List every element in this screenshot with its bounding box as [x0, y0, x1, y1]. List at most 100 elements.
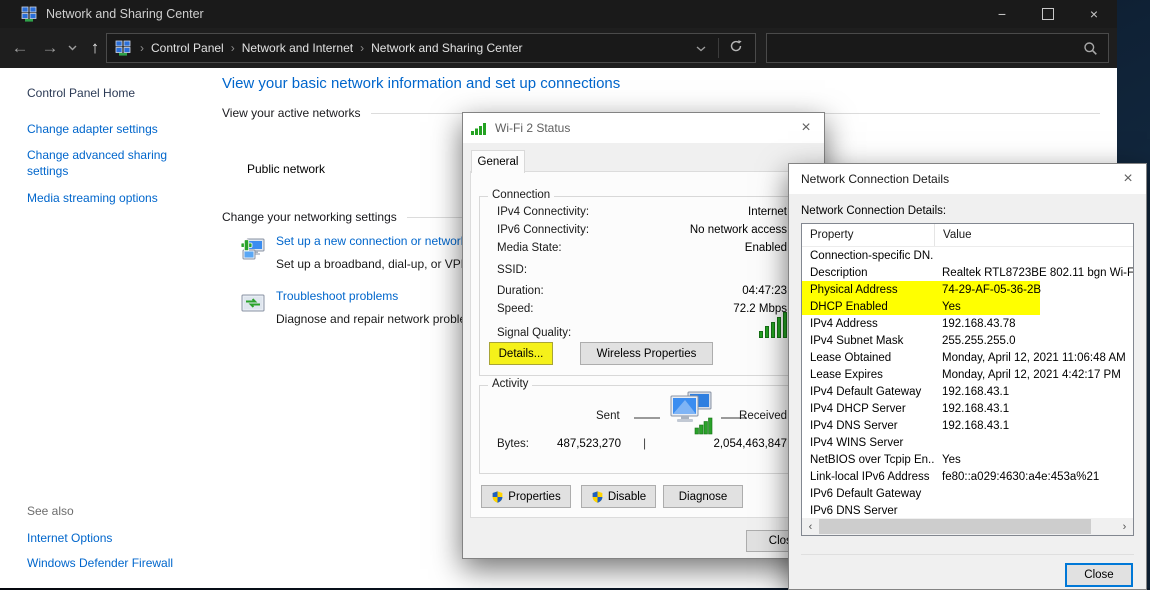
diagnose-button[interactable]: Diagnose	[663, 485, 743, 508]
see-also-link[interactable]: Windows Defender Firewall	[27, 556, 173, 570]
status-row: Media State:Enabled	[497, 242, 787, 258]
active-networks-label: View your active networks	[222, 106, 361, 120]
troubleshoot-link[interactable]: Troubleshoot problems	[276, 289, 466, 303]
details-table-row[interactable]: IPv4 WINS Server	[802, 434, 1133, 451]
see-also-link[interactable]: Internet Options	[27, 531, 173, 545]
details-table-row[interactable]: IPv4 DHCP Server192.168.43.1	[802, 400, 1133, 417]
wireless-properties-button[interactable]: Wireless Properties	[580, 342, 713, 365]
status-row: Duration:04:47:23	[497, 285, 787, 301]
bytes-sent-value: 487,523,270	[526, 438, 621, 450]
property-cell: Connection-specific DN...	[802, 250, 934, 262]
details-table-row[interactable]: Physical Address74-29-AF-05-36-2B	[802, 281, 1133, 298]
details-table-row[interactable]: IPv6 Default Gateway	[802, 485, 1133, 502]
details-table-row[interactable]: IPv6 DNS Server	[802, 502, 1133, 519]
property-cell: Lease Expires	[802, 369, 934, 381]
setup-connection-link[interactable]: Set up a new connection or network	[276, 234, 469, 248]
details-table-row[interactable]: Lease ObtainedMonday, April 12, 2021 11:…	[802, 349, 1133, 366]
column-property[interactable]: Property	[802, 224, 935, 246]
details-table-row[interactable]: Lease ExpiresMonday, April 12, 2021 4:42…	[802, 366, 1133, 383]
breadcrumb-item[interactable]: Control Panel	[151, 41, 224, 55]
bytes-label: Bytes:	[497, 438, 529, 450]
value-cell: fe80::a029:4630:a4e:453a%21	[934, 471, 1133, 483]
refresh-button[interactable]	[725, 39, 751, 58]
wifi-dialog-close-icon[interactable]: ×	[788, 113, 824, 143]
status-row: SSID:	[497, 264, 787, 280]
details-table-row[interactable]: DescriptionRealtek RTL8723BE 802.11 bgn …	[802, 264, 1133, 281]
status-row-label: IPv4 Connectivity:	[497, 206, 589, 218]
value-cell: Monday, April 12, 2021 4:42:17 PM	[934, 369, 1133, 381]
details-dialog-close-icon[interactable]: ×	[1110, 164, 1146, 194]
wifi-tab-page: Connection IPv4 Connectivity:InternetIPv…	[470, 171, 816, 518]
sent-dash	[634, 417, 660, 419]
troubleshoot-item: Troubleshoot problems Diagnose and repai…	[240, 289, 466, 326]
search-input[interactable]	[767, 41, 1083, 55]
details-table-row[interactable]: NetBIOS over Tcpip En...Yes	[802, 451, 1133, 468]
status-row-label: Duration:	[497, 285, 544, 297]
details-close-button[interactable]: Close	[1065, 563, 1133, 587]
sidebar-link[interactable]: Change adapter settings	[27, 121, 179, 137]
details-table-row[interactable]: IPv4 DNS Server192.168.43.1	[802, 417, 1133, 434]
property-cell: IPv6 Default Gateway	[802, 488, 934, 500]
troubleshoot-desc: Diagnose and repair network proble	[276, 312, 466, 326]
sidebar-item-control-panel-home[interactable]: Control Panel Home	[27, 86, 135, 100]
network-type-label: Public network	[247, 162, 325, 176]
status-row-label: Signal Quality:	[497, 327, 571, 339]
property-cell: Description	[802, 267, 934, 279]
details-table-row[interactable]: Connection-specific DN...	[802, 247, 1133, 264]
status-row-label: IPv6 Connectivity:	[497, 224, 589, 236]
back-button[interactable]: ←	[6, 28, 34, 68]
search-box[interactable]	[766, 33, 1109, 63]
address-dropdown-chevron-icon[interactable]	[690, 39, 712, 57]
close-button[interactable]: ×	[1071, 0, 1117, 28]
sidebar-link[interactable]: Media streaming options	[27, 190, 179, 206]
breadcrumb-item[interactable]: Network and Sharing Center	[371, 41, 522, 55]
value-cell: 192.168.43.1	[934, 403, 1133, 415]
tab-general[interactable]: General	[471, 150, 525, 173]
connection-group-label: Connection	[488, 189, 554, 201]
maximize-button[interactable]	[1025, 0, 1071, 28]
recent-pages-chevron-icon[interactable]	[62, 28, 82, 68]
search-icon[interactable]	[1083, 41, 1098, 56]
properties-button[interactable]: Properties	[481, 485, 571, 508]
address-bar[interactable]: ›Control Panel›Network and Internet›Netw…	[106, 33, 756, 63]
sidebar-link[interactable]: Change advanced sharing settings	[27, 147, 179, 179]
forward-button[interactable]: →	[36, 28, 64, 68]
property-cell: IPv4 DNS Server	[802, 420, 934, 432]
maximize-icon	[1042, 8, 1054, 20]
details-list-label: Network Connection Details:	[801, 205, 946, 217]
details-table-row[interactable]: Link-local IPv6 Addressfe80::a029:4630:a…	[802, 468, 1133, 485]
details-button[interactable]: Details...	[489, 342, 553, 365]
column-value[interactable]: Value	[935, 229, 972, 241]
scroll-right-icon[interactable]: ›	[1116, 521, 1133, 533]
up-button[interactable]: ↑	[82, 28, 108, 68]
window-titlebar: Network and Sharing Center − ×	[0, 0, 1117, 28]
property-cell: DHCP Enabled	[802, 301, 934, 313]
details-table-header[interactable]: Property Value	[802, 224, 1133, 247]
wifi-dialog-titlebar: Wi-Fi 2 Status ×	[463, 113, 824, 143]
page-title: View your basic network information and …	[222, 75, 620, 92]
details-table-row[interactable]: DHCP EnabledYes	[802, 298, 1133, 315]
status-row-label: Speed:	[497, 303, 533, 315]
property-cell: IPv4 Subnet Mask	[802, 335, 934, 347]
disable-button[interactable]: Disable	[581, 485, 656, 508]
details-table-row[interactable]: IPv4 Address192.168.43.78	[802, 315, 1133, 332]
details-table-row[interactable]: IPv4 Subnet Mask255.255.255.0	[802, 332, 1133, 349]
scroll-left-icon[interactable]: ‹	[802, 521, 819, 533]
see-also-section: See also Internet OptionsWindows Defende…	[27, 504, 173, 581]
received-label: Received	[739, 410, 787, 422]
value-cell: Monday, April 12, 2021 11:06:48 AM	[934, 352, 1133, 364]
breadcrumb-separator-icon: ›	[231, 41, 235, 55]
status-row: IPv6 Connectivity: No network access	[497, 224, 787, 240]
minimize-button[interactable]: −	[979, 0, 1025, 28]
horizontal-scrollbar[interactable]: ‹ ›	[802, 518, 1133, 535]
breadcrumb-item[interactable]: Network and Internet	[242, 41, 353, 55]
status-row: Speed:72.2 Mbps	[497, 303, 787, 319]
activity-group: Activity	[479, 385, 805, 474]
network-connection-details-dialog: Network Connection Details × Network Con…	[788, 163, 1147, 590]
status-row-value: No network access	[690, 224, 787, 236]
sidebar-links: Change adapter settings Change advanced s…	[27, 121, 179, 216]
setup-connection-desc: Set up a broadband, dial-up, or VPN	[276, 257, 469, 271]
scrollbar-thumb[interactable]	[819, 519, 1091, 534]
value-cell: 255.255.255.0	[934, 335, 1133, 347]
details-table-row[interactable]: IPv4 Default Gateway192.168.43.1	[802, 383, 1133, 400]
